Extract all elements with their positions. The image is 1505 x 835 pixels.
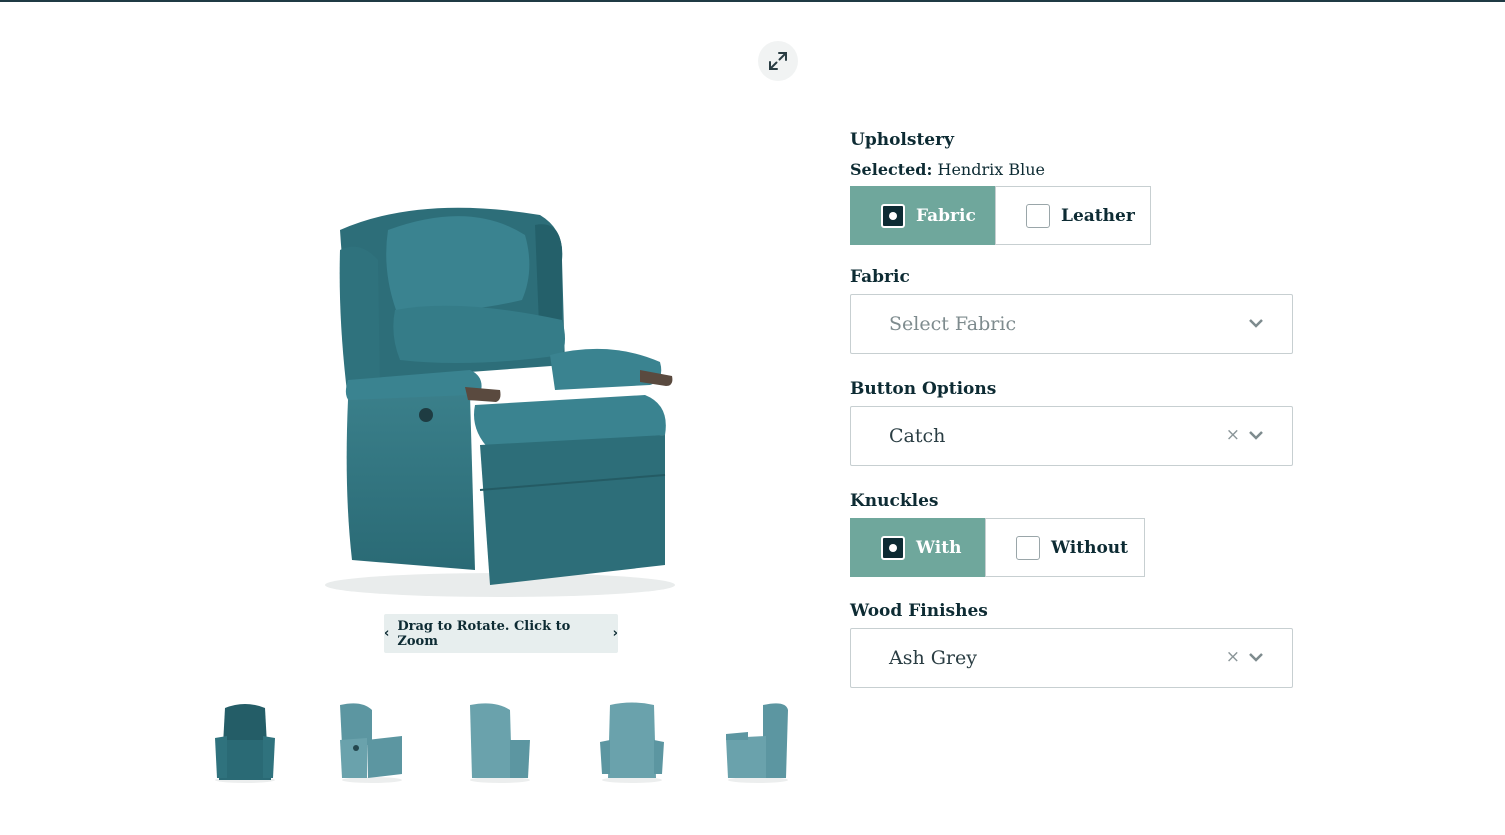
leather-option-label: Leather [1061,205,1135,226]
upholstery-title: Upholstery [850,130,954,150]
knuckles-toggle: With Without [850,518,1293,577]
thumbnail-rear-view[interactable] [592,700,672,784]
with-knuckles-button[interactable]: With [850,518,985,577]
wood-finishes-section: Wood Finishes Ash Grey × [850,601,1293,688]
button-options-title: Button Options [850,379,997,399]
rotate-hint-text: Drag to Rotate. Click to Zoom [397,618,571,649]
thumbnail-side-view[interactable] [718,700,798,784]
knuckles-title: Knuckles [850,491,939,511]
fabric-select[interactable]: Select Fabric [850,294,1293,354]
chevron-down-icon [1249,653,1263,662]
clear-icon[interactable]: × [1226,425,1240,445]
without-option-label: Without [1051,537,1129,558]
chevron-down-icon [1249,319,1263,328]
without-knuckles-button[interactable]: Without [985,518,1145,577]
button-options-value: Catch [889,425,946,447]
knuckles-section: Knuckles With Without [850,491,1293,577]
checkbox-empty-icon [1026,203,1050,228]
wood-finishes-select[interactable]: Ash Grey × [850,628,1293,688]
thumbnail-rear-angle-view[interactable] [460,700,540,784]
product-3d-viewer[interactable] [300,190,700,610]
radio-checked-icon [881,535,905,560]
top-divider [0,0,1505,2]
recliner-chair-image [325,207,675,597]
selected-upholstery: Selected: Hendrix Blue [850,160,1293,179]
chevron-right-icon: › [612,626,618,641]
button-options-section: Button Options Catch × [850,379,1293,466]
clear-icon[interactable]: × [1226,647,1240,667]
radio-checked-icon [881,203,905,228]
fabric-option-button[interactable]: Fabric [850,186,995,245]
thumbnail-side-angle-view[interactable] [332,700,412,784]
thumbnail-front-view[interactable] [205,700,285,784]
fabric-section: Fabric Select Fabric [850,267,1293,354]
upholstery-section: Upholstery Selected: Hendrix Blue Fabric… [850,130,1293,245]
upholstery-type-toggle: Fabric Leather [850,186,1293,245]
fabric-option-label: Fabric [916,205,976,226]
rotate-zoom-hint[interactable]: ‹ Drag to Rotate. Click to Zoom › [384,614,618,653]
chevron-left-icon: ‹ [384,626,390,641]
expand-arrows-icon [769,52,787,70]
wood-finishes-title: Wood Finishes [850,601,988,621]
button-options-select[interactable]: Catch × [850,406,1293,466]
with-option-label: With [916,537,962,558]
selected-value: Hendrix Blue [937,160,1046,179]
leather-option-button[interactable]: Leather [995,186,1151,245]
wood-finishes-value: Ash Grey [889,647,977,669]
checkbox-empty-icon [1016,535,1040,560]
fabric-select-placeholder: Select Fabric [889,313,1017,335]
chevron-down-icon [1249,431,1263,440]
configuration-panel: Upholstery Selected: Hendrix Blue Fabric… [850,130,1293,688]
fabric-title: Fabric [850,267,910,287]
fullscreen-button[interactable] [758,41,798,81]
selected-label: Selected: [850,160,933,179]
